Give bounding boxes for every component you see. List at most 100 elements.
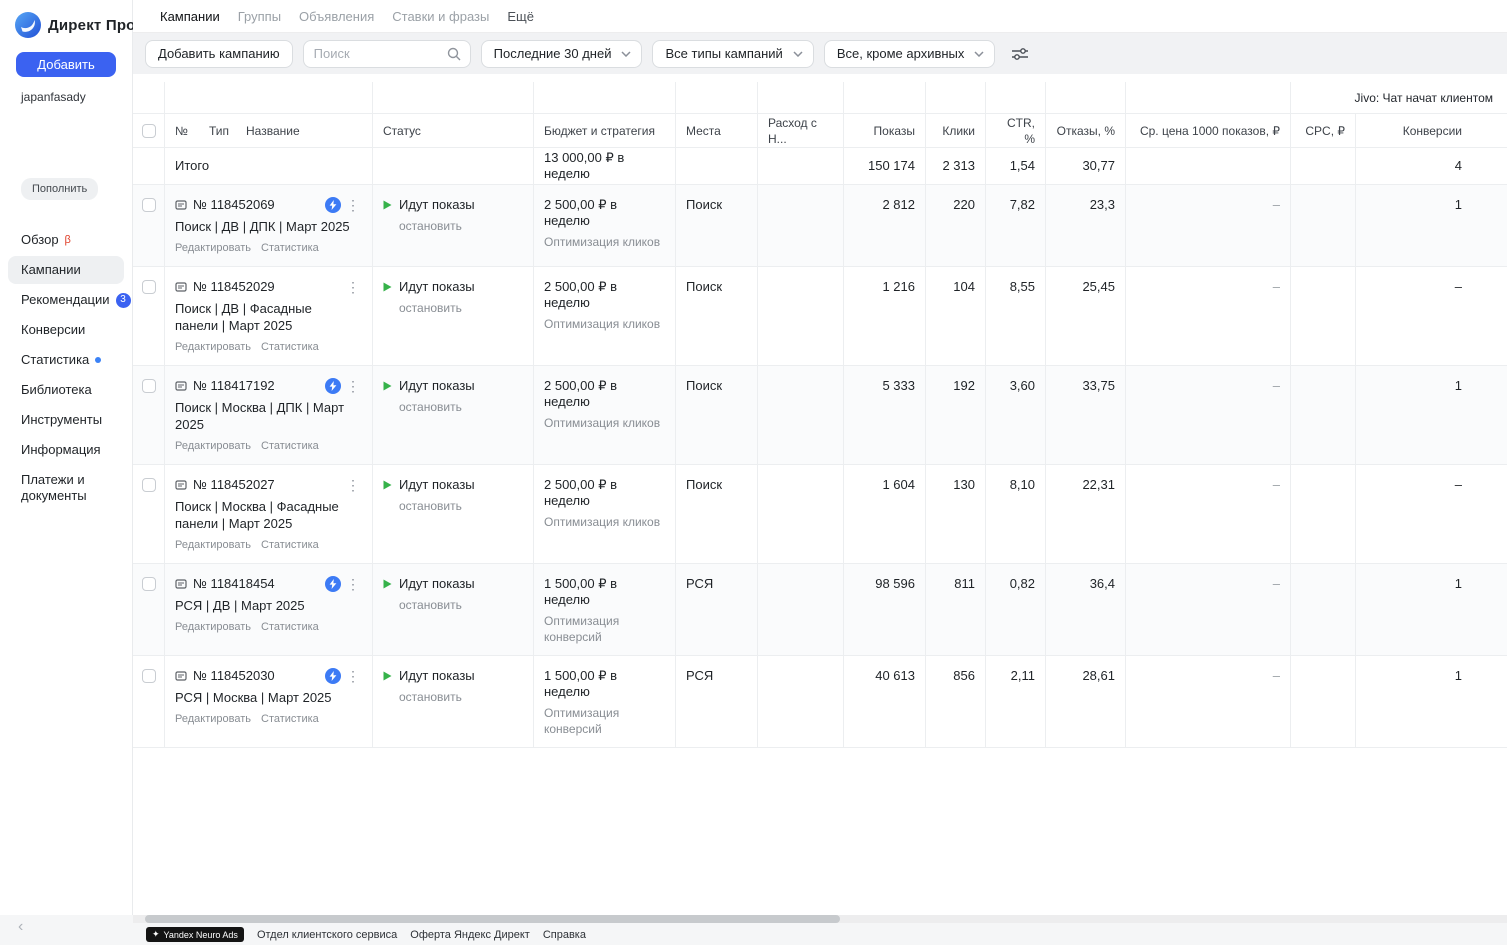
stats-link[interactable]: Статистика — [261, 537, 319, 553]
footer-link[interactable]: Отдел клиентского сервиса — [257, 929, 397, 941]
totals-ctr: 1,54 — [985, 148, 1045, 184]
header-budget[interactable]: Бюджет и стратегия — [533, 114, 675, 147]
campaign-name[interactable]: РСЯ | Москва | Март 2025 — [175, 689, 362, 706]
row-checkbox[interactable] — [142, 669, 156, 683]
row-checkbox[interactable] — [142, 478, 156, 492]
row-menu-icon[interactable]: ⋮ — [344, 669, 362, 683]
header-num[interactable]: № — [175, 123, 209, 139]
tab[interactable]: Ставки и фразы — [392, 9, 489, 24]
campaign-id: № 118417192 — [193, 378, 275, 394]
sidebar-item[interactable]: Инструменты — [8, 406, 124, 434]
header-expense[interactable]: Расход с Н... — [757, 114, 843, 147]
header-type[interactable]: Тип — [209, 123, 246, 139]
campaign-type-select[interactable]: Все типы кампаний — [652, 40, 813, 68]
add-campaign-button[interactable]: Добавить кампанию — [145, 40, 293, 68]
sidebar-item[interactable]: Рекомендации 3 — [8, 286, 124, 314]
edit-link[interactable]: Редактировать — [175, 339, 251, 355]
stop-link[interactable]: остановить — [399, 218, 523, 234]
bounces-value: 28,61 — [1045, 656, 1125, 747]
row-menu-icon[interactable]: ⋮ — [344, 379, 362, 393]
row-menu-icon[interactable]: ⋮ — [344, 577, 362, 591]
stats-link[interactable]: Статистика — [261, 339, 319, 355]
edit-link[interactable]: Редактировать — [175, 240, 251, 256]
footer-link[interactable]: Оферта Яндекс Директ — [410, 929, 530, 941]
header-bounces[interactable]: Отказы, % — [1045, 114, 1125, 147]
campaign-id: № 118452027 — [193, 477, 275, 493]
autopilot-icon[interactable] — [325, 378, 341, 394]
tab[interactable]: Объявления — [299, 9, 374, 24]
archive-filter-select[interactable]: Все, кроме архивных — [824, 40, 996, 68]
header-cpc[interactable]: CPC, ₽ — [1290, 114, 1355, 147]
header-clicks[interactable]: Клики — [925, 114, 985, 147]
row-menu-icon[interactable]: ⋮ — [344, 198, 362, 212]
stop-link[interactable]: остановить — [399, 498, 523, 514]
stats-link[interactable]: Статистика — [261, 438, 319, 454]
tab[interactable]: Группы — [238, 9, 281, 24]
sidebar-item[interactable]: Конверсии — [8, 316, 124, 344]
autopilot-icon[interactable] — [325, 576, 341, 592]
header-cpm[interactable]: Ср. цена 1000 показов, ₽ — [1125, 114, 1290, 147]
select-all-checkbox[interactable] — [142, 124, 156, 138]
sidebar-item[interactable]: Библиотека — [8, 376, 124, 404]
campaign-name[interactable]: РСЯ | ДВ | Март 2025 — [175, 597, 362, 614]
edit-link[interactable]: Редактировать — [175, 711, 251, 727]
sidebar-item[interactable]: Кампании — [8, 256, 124, 284]
status-text: Идут показы — [399, 279, 475, 295]
row-menu-icon[interactable]: ⋮ — [344, 478, 362, 492]
row-menu-icon[interactable]: ⋮ — [344, 280, 362, 294]
stats-link[interactable]: Статистика — [261, 619, 319, 635]
neuro-ads-badge[interactable]: ✦ Yandex Neuro Ads — [146, 927, 244, 942]
footer-link[interactable]: Справка — [543, 929, 586, 941]
stop-link[interactable]: остановить — [399, 689, 523, 705]
collapse-sidebar-icon[interactable]: ‹ — [18, 919, 23, 935]
stop-link[interactable]: остановить — [399, 597, 523, 613]
tab[interactable]: Кампании — [160, 9, 220, 24]
horizontal-scrollbar[interactable] — [133, 915, 1507, 923]
status-text: Идут показы — [399, 197, 475, 213]
campaign-type-value: Все типы кампаний — [665, 46, 782, 61]
header-name-cell[interactable]: № Тип Название — [164, 114, 372, 147]
stats-link[interactable]: Статистика — [261, 240, 319, 256]
row-checkbox[interactable] — [142, 379, 156, 393]
header-status[interactable]: Статус — [372, 114, 533, 147]
campaign-name[interactable]: Поиск | ДВ | Фасадные панели | Март 2025 — [175, 300, 362, 334]
autopilot-icon[interactable] — [325, 668, 341, 684]
add-button[interactable]: Добавить — [16, 52, 116, 77]
sidebar-item[interactable]: Информация — [8, 436, 124, 464]
sidebar: Директ Про Добавить japanfasady Пополнит… — [0, 0, 133, 915]
row-checkbox[interactable] — [142, 198, 156, 212]
header-name[interactable]: Название — [246, 123, 300, 139]
edit-link[interactable]: Редактировать — [175, 438, 251, 454]
date-range-select[interactable]: Последние 30 дней — [481, 40, 643, 68]
campaign-name[interactable]: Поиск | Москва | Фасадные панели | Март … — [175, 498, 362, 532]
edit-link[interactable]: Редактировать — [175, 537, 251, 553]
sidebar-item[interactable]: Статистика — [8, 346, 124, 374]
columns-settings-button[interactable] — [1005, 40, 1035, 68]
totals-bounces: 30,77 — [1045, 148, 1125, 184]
stop-link[interactable]: остановить — [399, 399, 523, 415]
sidebar-item[interactable]: Платежи и документы — [8, 466, 124, 510]
autopilot-icon[interactable] — [325, 197, 341, 213]
header-places[interactable]: Места — [675, 114, 757, 147]
clicks-value: 811 — [925, 564, 985, 655]
campaign-name[interactable]: Поиск | Москва | ДПК | Март 2025 — [175, 399, 362, 433]
search-input[interactable] — [314, 46, 441, 61]
places-value: Поиск — [675, 185, 757, 266]
sidebar-item[interactable]: Обзор β — [8, 226, 124, 254]
bounces-value: 33,75 — [1045, 366, 1125, 464]
row-checkbox[interactable] — [142, 280, 156, 294]
topup-button[interactable]: Пополнить — [21, 178, 98, 200]
stop-link[interactable]: остановить — [399, 300, 523, 316]
header-impressions[interactable]: Показы — [843, 114, 925, 147]
campaign-name[interactable]: Поиск | ДВ | ДПК | Март 2025 — [175, 218, 362, 235]
places-value: Поиск — [675, 267, 757, 365]
row-checkbox[interactable] — [142, 577, 156, 591]
budget-cell: 1 500,00 ₽ в неделю Оптимизация конверси… — [533, 656, 675, 747]
expense-value — [757, 185, 843, 266]
header-conversions[interactable]: Конверсии — [1355, 114, 1507, 147]
edit-link[interactable]: Редактировать — [175, 619, 251, 635]
stats-link[interactable]: Статистика — [261, 711, 319, 727]
scrollbar-thumb[interactable] — [145, 915, 840, 923]
header-ctr[interactable]: CTR, % — [985, 114, 1045, 147]
tab[interactable]: Ещё — [507, 9, 534, 24]
